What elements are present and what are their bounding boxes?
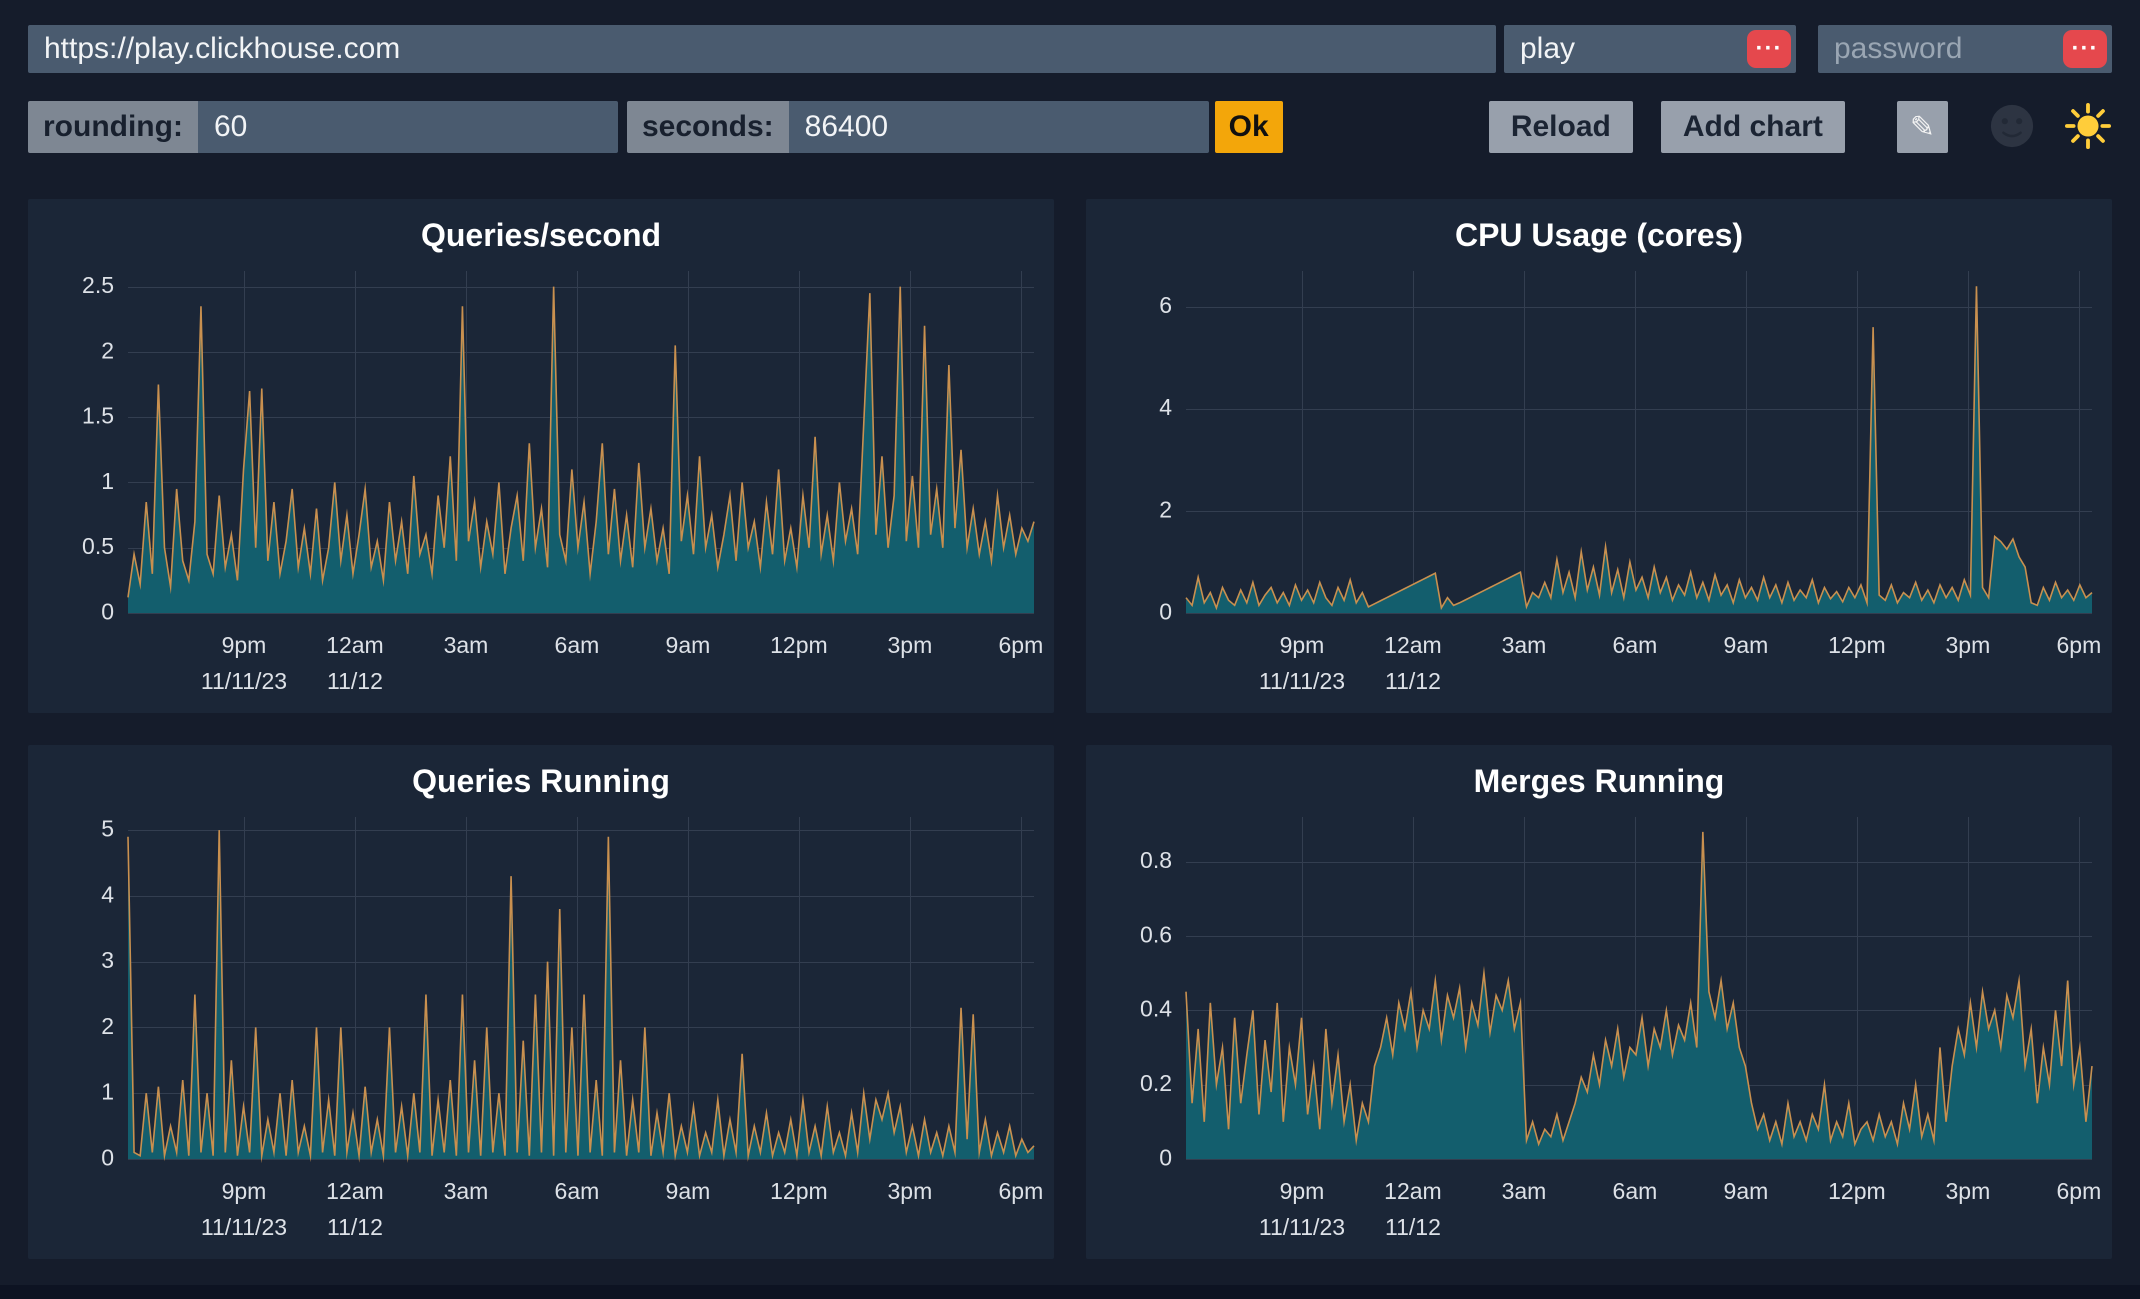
controls-right-group: Reload Add chart ✎: [1489, 101, 2112, 153]
moon-icon: [1989, 103, 2035, 152]
chart-title: Queries Running: [28, 761, 1054, 801]
user-field-wrap: ···: [1504, 25, 1796, 73]
password-options-button[interactable]: ···: [2063, 30, 2107, 68]
charts-grid: Queries/second CPU Usage (cores) Queries…: [28, 199, 2112, 1259]
rounding-control: rounding:: [28, 101, 618, 153]
cpu-usage-chart[interactable]: [1086, 255, 2112, 713]
user-input[interactable]: [1504, 32, 1747, 66]
controls-bar: rounding: seconds: Ok Reload Add chart ✎: [28, 101, 2112, 153]
rounding-input[interactable]: [198, 101, 618, 153]
user-options-button[interactable]: ···: [1747, 30, 1791, 68]
url-field-wrap: [28, 25, 1496, 73]
seconds-label: seconds:: [627, 101, 789, 153]
chart-title: Queries/second: [28, 215, 1054, 255]
seconds-input[interactable]: [789, 101, 1209, 153]
chart-title: CPU Usage (cores): [1086, 215, 2112, 255]
light-theme-toggle[interactable]: [2064, 103, 2112, 151]
rounding-label: rounding:: [28, 101, 198, 153]
connection-bar: ··· ···: [28, 25, 2112, 73]
ok-button[interactable]: Ok: [1215, 101, 1283, 153]
chart-panel-merges-running: Merges Running: [1086, 745, 2112, 1259]
bottom-strip: [0, 1285, 2140, 1299]
add-chart-button[interactable]: Add chart: [1661, 101, 1845, 153]
seconds-control: seconds:: [627, 101, 1209, 153]
edit-charts-button[interactable]: ✎: [1897, 101, 1948, 153]
queries-per-second-chart[interactable]: [28, 255, 1054, 713]
chart-panel-queries-running: Queries Running: [28, 745, 1054, 1259]
queries-running-chart[interactable]: [28, 801, 1054, 1259]
password-input[interactable]: [1818, 32, 2063, 66]
ellipsis-dots-icon: ···: [1756, 35, 1783, 62]
chart-panel-queries-per-second: Queries/second: [28, 199, 1054, 713]
dark-theme-toggle[interactable]: [1988, 103, 2036, 151]
merges-running-chart[interactable]: [1086, 801, 2112, 1259]
chart-panel-cpu-usage: CPU Usage (cores): [1086, 199, 2112, 713]
chart-title: Merges Running: [1086, 761, 2112, 801]
pencil-icon: ✎: [1910, 111, 1935, 144]
ellipsis-dots-icon: ···: [2072, 35, 2099, 62]
url-input[interactable]: [28, 25, 1496, 73]
password-field-wrap: ···: [1818, 25, 2112, 73]
reload-button[interactable]: Reload: [1489, 101, 1633, 153]
sun-icon: [2065, 103, 2111, 152]
